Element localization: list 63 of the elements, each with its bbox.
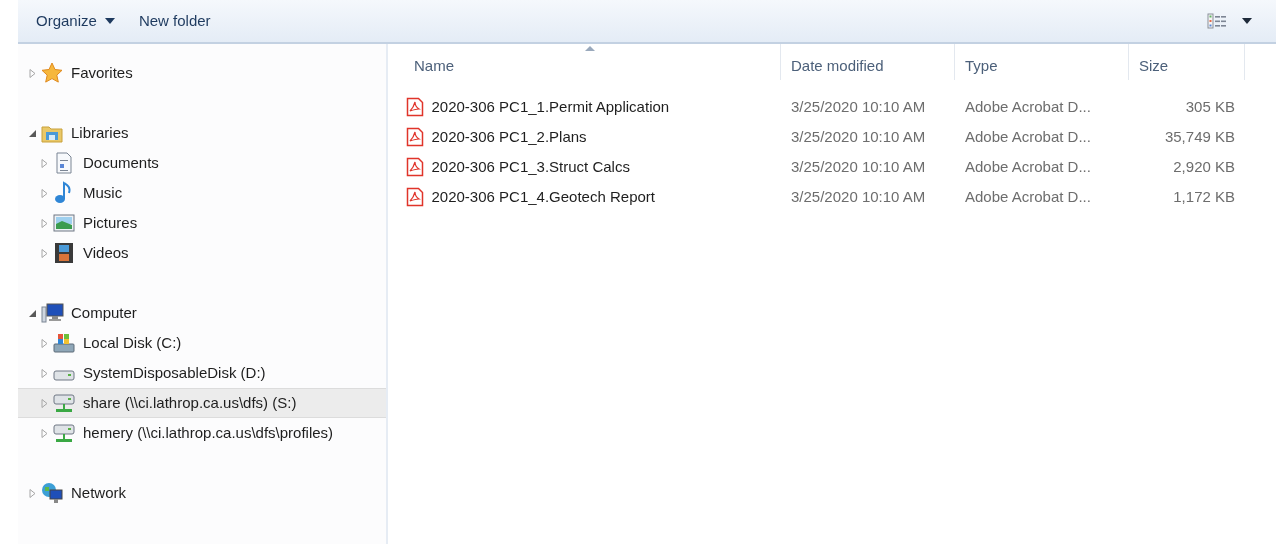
film-strip-icon (52, 241, 76, 265)
column-header[interactable]: Size (1129, 44, 1245, 80)
organize-button[interactable]: Organize (24, 5, 127, 37)
column-header[interactable]: Date modified (781, 44, 955, 80)
navigation-item[interactable]: Documents (18, 148, 386, 178)
column-header[interactable]: Type (955, 44, 1129, 80)
navigation-item[interactable]: Pictures (18, 208, 386, 238)
date-cell-text: 3/25/2020 10:10 AM (790, 156, 927, 177)
file-name[interactable]: 2020-306 PC1_3.Struct Calcs (388, 155, 781, 179)
collapsed-arrow-icon (28, 68, 37, 78)
pdf-file-icon (406, 127, 424, 147)
type-cell-text: Adobe Acrobat D... (964, 126, 1092, 147)
navigation-item[interactable]: Network (18, 478, 386, 508)
details-view-icon (1206, 13, 1227, 29)
star-icon (40, 61, 64, 85)
pdf-file-icon (406, 187, 424, 207)
date-cell-text: 3/25/2020 10:10 AM (790, 186, 927, 207)
expanded-arrow-icon (28, 308, 37, 318)
disk-drive-icon (52, 331, 76, 355)
pdf-file-icon (406, 97, 424, 117)
type-cell-text: Adobe Acrobat D... (964, 156, 1092, 177)
navigation-item[interactable]: Favorites (18, 58, 386, 88)
navigation-item[interactable]: Computer (18, 298, 386, 328)
navigation-item[interactable]: share (\\ci.lathrop.ca.us\dfs) (S:) (18, 388, 386, 418)
date-cell-text: 3/25/2020 10:10 AM (790, 126, 927, 147)
disk-drive-icon (52, 369, 76, 383)
navigation-item[interactable]: hemery (\\ci.lathrop.ca.us\dfs\profiles) (18, 418, 386, 448)
file-name[interactable]: 2020-306 PC1_4.Geotech Report (388, 185, 781, 209)
column-header[interactable]: Name (388, 44, 781, 80)
file-name[interactable]: 2020-306 PC1_1.Permit Application (388, 95, 781, 119)
caret-icon (1242, 18, 1252, 24)
collapsed-arrow-icon (40, 218, 49, 228)
collapsed-arrow-icon (40, 398, 49, 408)
collapsed-arrow-icon (40, 248, 49, 258)
type-cell-text: Adobe Acrobat D... (964, 186, 1092, 207)
pdf-file-icon (406, 157, 424, 177)
computer-icon (40, 301, 64, 325)
navigation-item[interactable]: Music (18, 178, 386, 208)
navigation-item[interactable]: Local Disk (C:) (18, 328, 386, 358)
expanded-arrow-icon (28, 128, 37, 138)
navigation-item[interactable]: SystemDisposableDisk (D:) (18, 358, 386, 388)
file-name[interactable]: 2020-306 PC1_2.Plans (388, 125, 781, 149)
navigation-item[interactable]: Videos (18, 238, 386, 268)
collapsed-arrow-icon (40, 338, 49, 348)
type-cell-text: Adobe Acrobat D... (964, 96, 1092, 117)
size-cell-text: 305 KB (1184, 96, 1236, 117)
network-icon (40, 481, 64, 505)
network-drive-icon (52, 421, 76, 445)
caret-icon (104, 18, 115, 24)
network-drive-icon (52, 391, 76, 415)
navigation-item[interactable]: Libraries (18, 118, 386, 148)
collapsed-arrow-icon (40, 368, 49, 378)
size-cell-text: 35,749 KB (1163, 126, 1236, 147)
date-cell-text: 3/25/2020 10:10 AM (790, 96, 927, 117)
new-folder-button[interactable]: New folder (126, 5, 223, 37)
collapsed-arrow-icon (40, 428, 49, 438)
collapsed-arrow-icon (28, 488, 37, 498)
sort-arrow-icon (584, 45, 596, 52)
size-cell-text: 1,172 KB (1172, 186, 1236, 207)
picture-icon (52, 211, 76, 235)
collapsed-arrow-icon (40, 188, 49, 198)
size-cell-text: 2,920 KB (1172, 156, 1236, 177)
collapsed-arrow-icon (40, 158, 49, 168)
